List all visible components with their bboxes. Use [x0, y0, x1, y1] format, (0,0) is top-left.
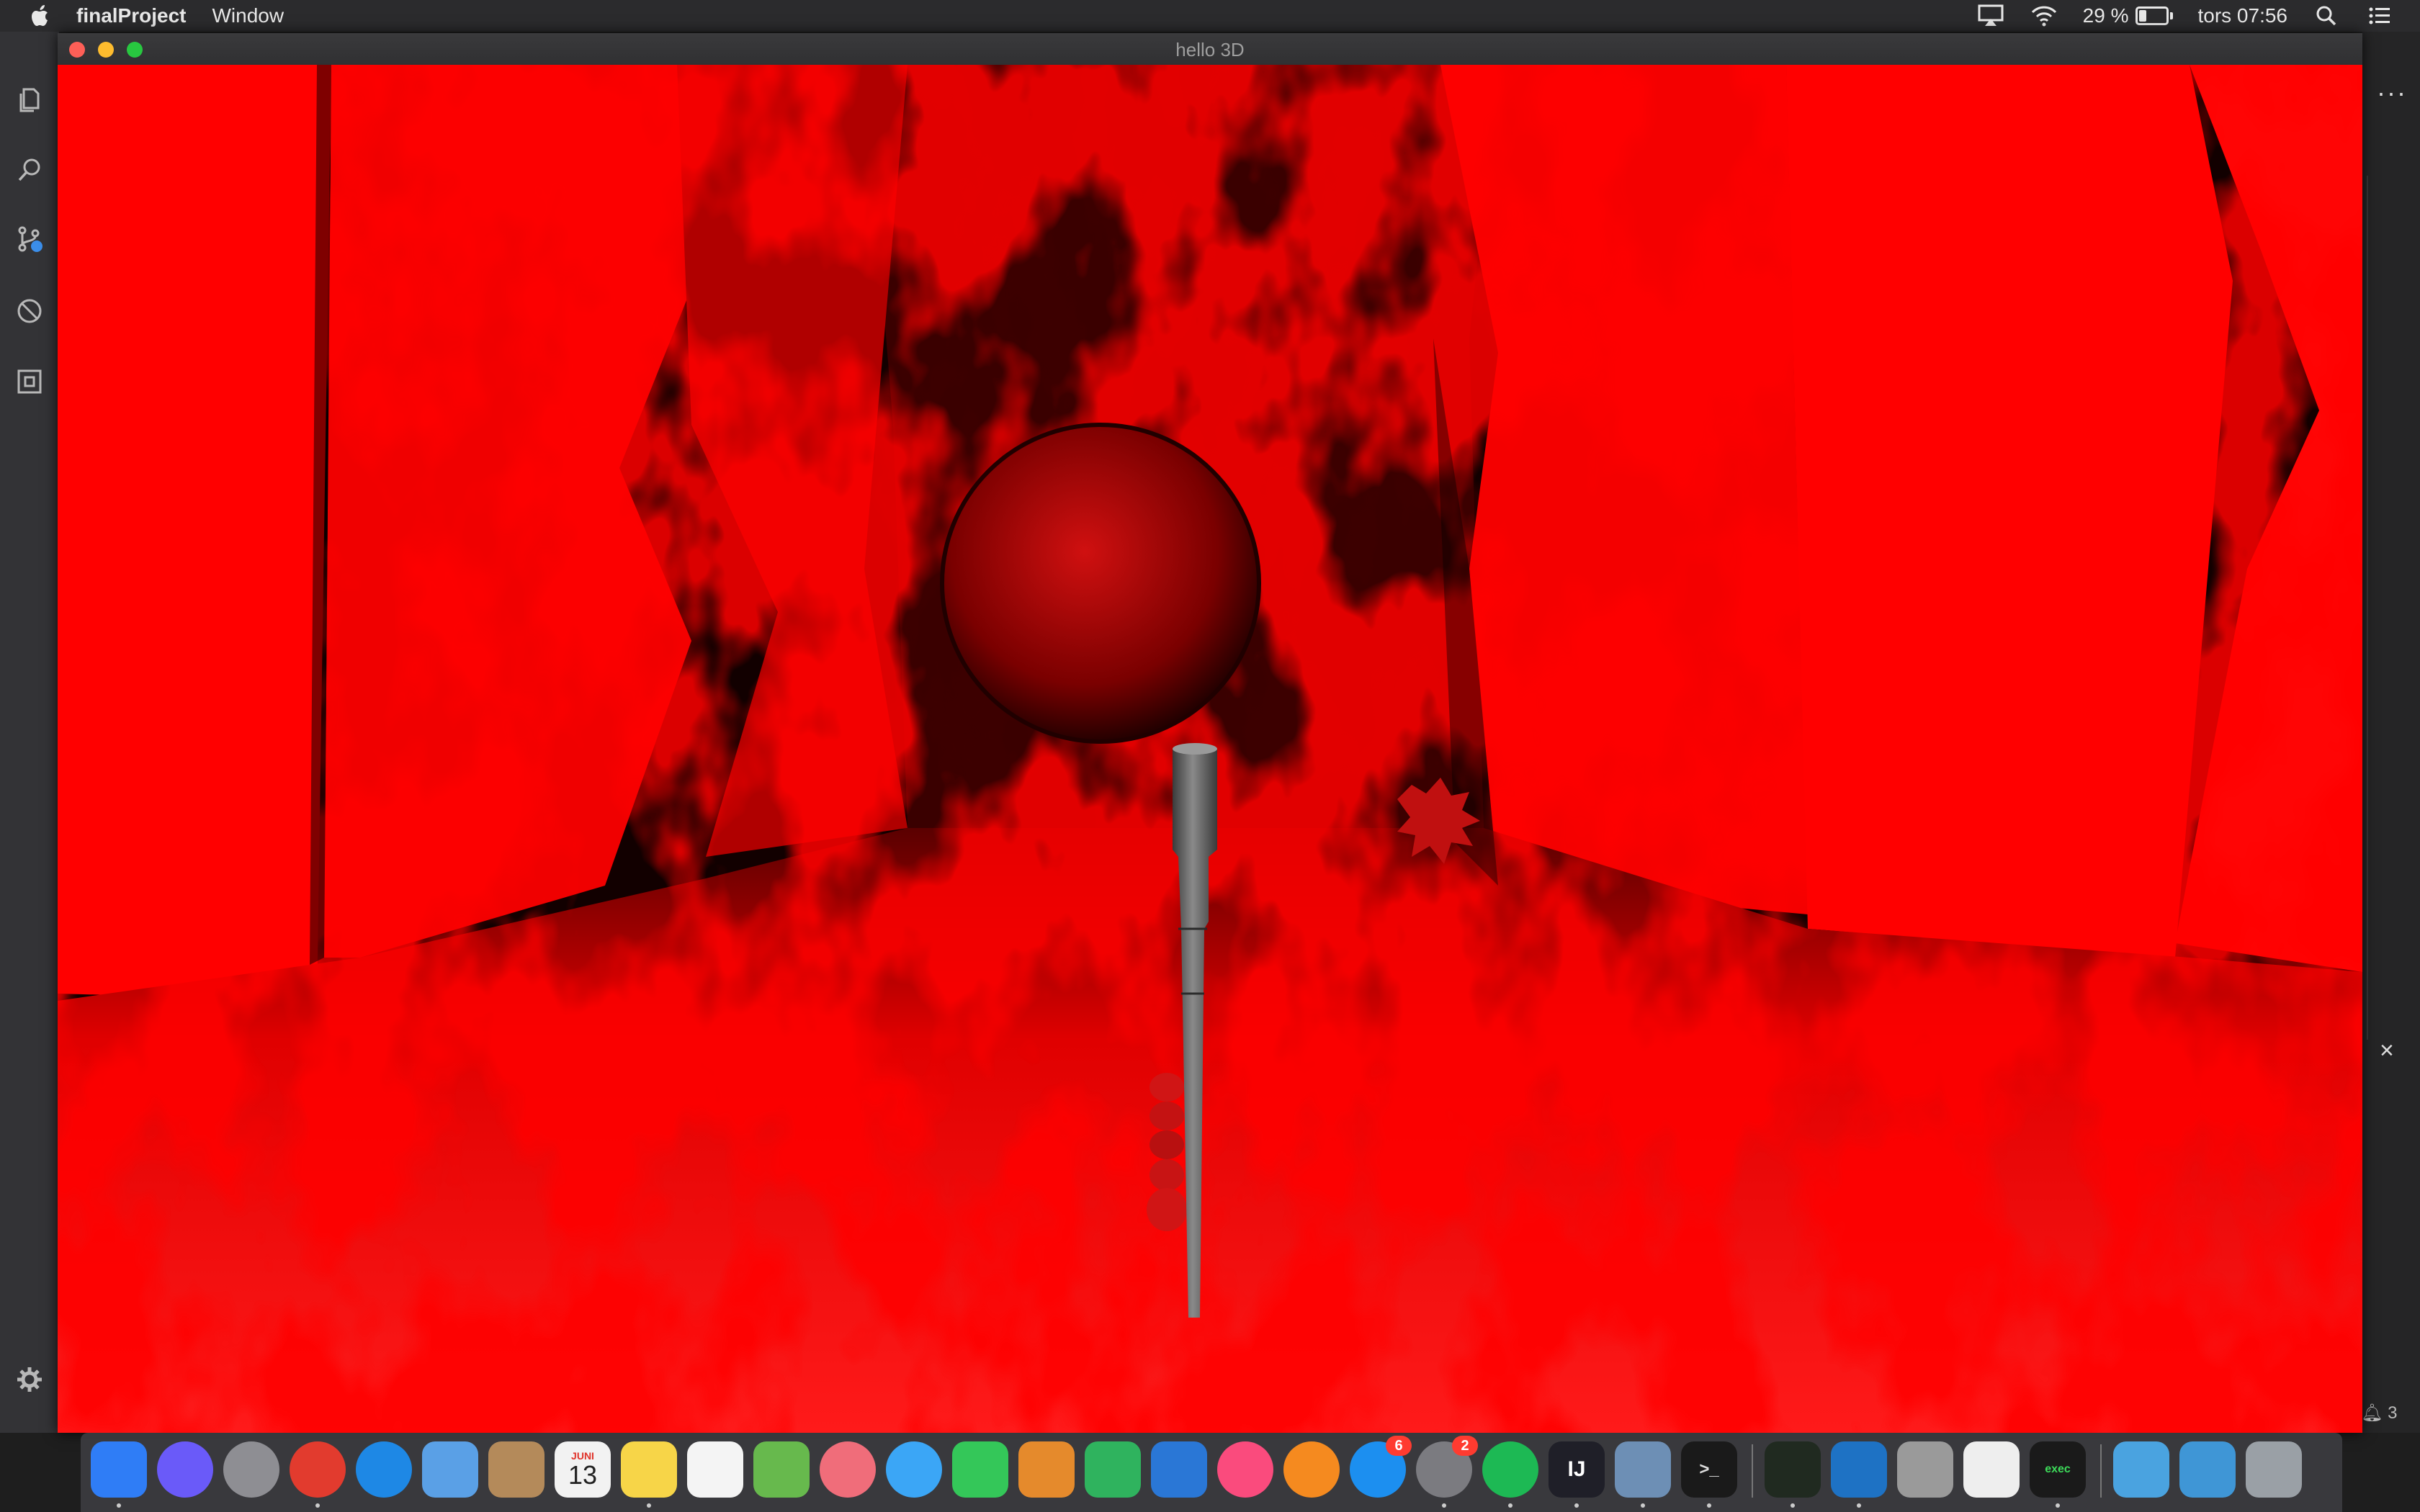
notification-count: 3: [2388, 1403, 2398, 1423]
running-indicator: [315, 1503, 320, 1508]
running-indicator: [1707, 1503, 1711, 1508]
editor-panel: [2362, 32, 2420, 1433]
more-actions-icon[interactable]: ···: [2377, 78, 2407, 108]
dock-notes-icon[interactable]: [621, 1441, 677, 1508]
battery-icon: [2136, 6, 2169, 25]
explorer-icon[interactable]: [15, 85, 44, 114]
apple-menu-icon[interactable]: [26, 1, 55, 30]
running-indicator: [647, 1503, 651, 1508]
spotlight-search-icon[interactable]: [2312, 4, 2341, 28]
dock-messages-icon[interactable]: [886, 1441, 942, 1498]
dock-finder-icon[interactable]: [91, 1441, 147, 1508]
dock-system-preferences-icon[interactable]: 2: [1416, 1436, 1478, 1508]
running-indicator: [117, 1503, 121, 1508]
dock-contacts-icon[interactable]: [488, 1441, 544, 1498]
dock-badge: 2: [1452, 1436, 1478, 1456]
airplay-icon[interactable]: [1976, 4, 2005, 28]
battery-percent: 29 %: [2082, 4, 2129, 27]
window-menu[interactable]: Window: [212, 4, 284, 27]
dock-photos-icon[interactable]: [820, 1441, 876, 1498]
dock-icon-label: >_: [1699, 1459, 1719, 1479]
dock-calendar-icon[interactable]: JUNI 13: [555, 1441, 611, 1498]
dock: JUNI 13 6 2 IJ >_ exec: [81, 1433, 2342, 1512]
dock-maps-icon[interactable]: [753, 1441, 810, 1498]
dock-preview-icon[interactable]: [1615, 1441, 1671, 1508]
dock-books-icon[interactable]: [1283, 1441, 1340, 1498]
textured-sphere[interactable]: [940, 423, 1261, 744]
dock-itunes-icon[interactable]: [1217, 1441, 1273, 1498]
dock-terminal-icon[interactable]: >_: [1681, 1441, 1737, 1508]
dock-app-store-icon[interactable]: 6: [1350, 1436, 1412, 1498]
menu-bar: finalProject Window 29 % tors 07:56: [0, 0, 2420, 32]
clock[interactable]: tors 07:56: [2197, 4, 2287, 27]
dock-separator: [1752, 1444, 1753, 1498]
dock-intellij-icon[interactable]: IJ: [1549, 1441, 1605, 1508]
app-menu[interactable]: finalProject: [76, 4, 186, 27]
dock-launchpad-icon[interactable]: [223, 1441, 279, 1498]
wifi-icon[interactable]: [2030, 4, 2058, 28]
dock-downloads-folder-icon[interactable]: [2113, 1441, 2169, 1498]
close-panel-icon[interactable]: ×: [2380, 1037, 2394, 1065]
bell-icon: 🔔︎: [2361, 1403, 2383, 1423]
editor-activity-bar: [0, 32, 59, 1433]
running-indicator: [1857, 1503, 1861, 1508]
dock-reminders-icon[interactable]: [687, 1441, 743, 1498]
dock-icon-label: exec: [2045, 1463, 2071, 1475]
window-title: hello 3D: [1175, 39, 1245, 60]
notification-center-icon[interactable]: [2365, 4, 2394, 28]
dock-keynote-icon[interactable]: [1151, 1441, 1207, 1498]
search-icon[interactable]: [15, 156, 44, 184]
dock-keynote-alt-icon[interactable]: [1018, 1441, 1075, 1498]
notifications-bell-icon[interactable]: 🔔︎ 3: [2361, 1403, 2398, 1423]
dock-chrome-icon[interactable]: [290, 1441, 346, 1508]
dock-exec-icon[interactable]: exec: [2030, 1441, 2086, 1508]
dock-separator: [2100, 1444, 2102, 1498]
running-indicator: [1574, 1503, 1579, 1508]
running-indicator: [1791, 1503, 1795, 1508]
running-indicator: [1442, 1503, 1446, 1508]
dock-mail-icon[interactable]: [422, 1441, 478, 1498]
dock-calculator-icon[interactable]: [1897, 1441, 1953, 1498]
settings-gear-icon[interactable]: [15, 1365, 44, 1394]
3d-viewport[interactable]: [58, 65, 2362, 1433]
running-indicator: [1508, 1503, 1512, 1508]
dock-textedit-icon[interactable]: [1963, 1441, 2020, 1498]
window-title-bar[interactable]: hello 3D: [58, 33, 2362, 66]
dock-vscode-icon[interactable]: [1831, 1441, 1887, 1508]
dock-siri-icon[interactable]: [157, 1441, 213, 1498]
running-indicator: [2056, 1503, 2060, 1508]
calendar-day: 13: [568, 1460, 598, 1490]
dock-icon-label: IJ: [1567, 1457, 1586, 1481]
debug-icon[interactable]: [15, 297, 44, 325]
extensions-icon[interactable]: [15, 367, 44, 396]
running-indicator: [1641, 1503, 1645, 1508]
dock-documents-folder-icon[interactable]: [2179, 1441, 2236, 1498]
dock-facetime-icon[interactable]: [952, 1441, 1008, 1498]
dock-activity-monitor-icon[interactable]: [1765, 1441, 1821, 1508]
dock-numbers-icon[interactable]: [1085, 1441, 1141, 1498]
dock-spotify-icon[interactable]: [1482, 1441, 1538, 1508]
gl-window: hello 3D: [58, 33, 2362, 1433]
battery-status[interactable]: 29 %: [2083, 4, 2174, 27]
dock-trash-icon[interactable]: [2246, 1441, 2302, 1498]
source-control-icon[interactable]: [15, 225, 44, 253]
dock-safari-icon[interactable]: [356, 1441, 412, 1498]
dock-badge: 6: [1386, 1436, 1412, 1456]
